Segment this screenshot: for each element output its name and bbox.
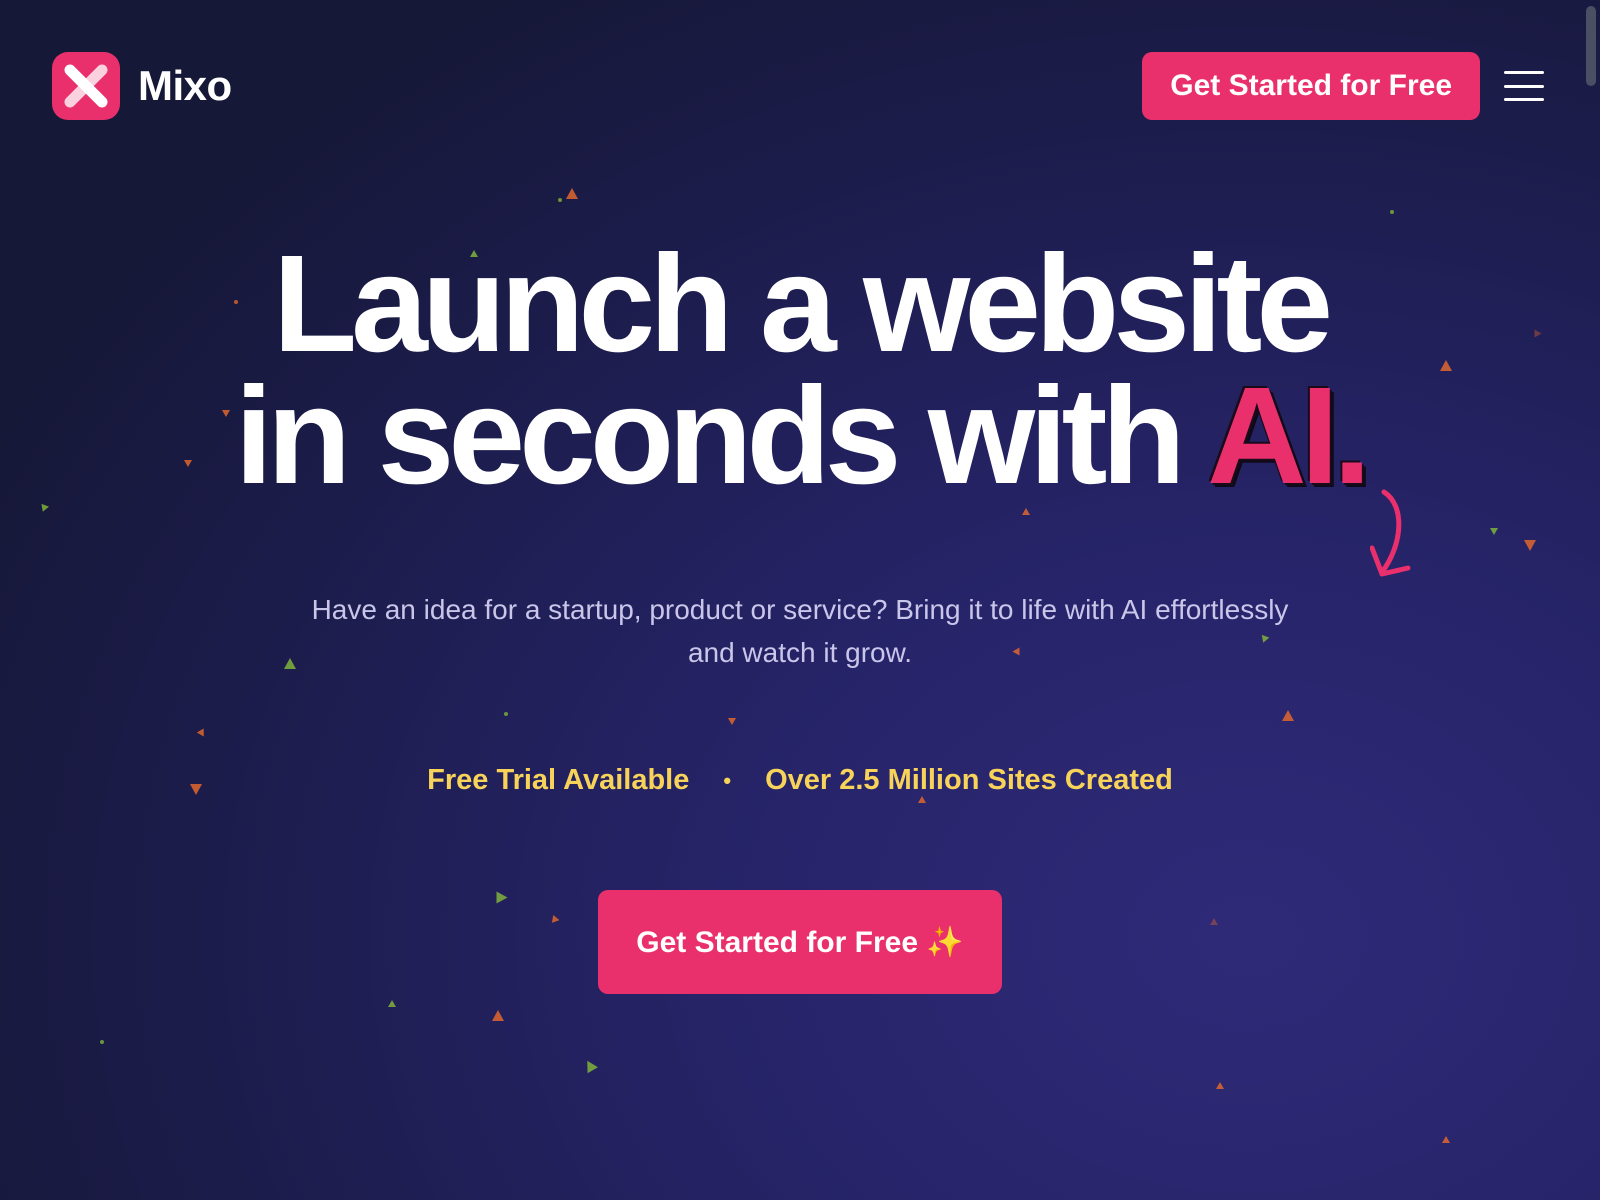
menu-line <box>1504 71 1544 74</box>
confetti-piece <box>492 1010 504 1021</box>
confetti-piece <box>1390 210 1394 214</box>
hero-title-line1: Launch a website <box>272 227 1333 381</box>
hero-get-started-button[interactable]: Get Started for Free ✨ <box>598 890 1002 994</box>
feature-highlights: Free Trial Available • Over 2.5 Million … <box>0 764 1600 797</box>
brand-name: Mixo <box>138 62 232 109</box>
confetti-piece <box>1490 528 1498 535</box>
confetti-piece <box>196 728 208 739</box>
confetti-piece <box>1442 1136 1450 1143</box>
confetti-piece <box>1524 540 1536 551</box>
hero-title-line2: in seconds with <box>234 359 1207 513</box>
confetti-piece <box>551 914 561 925</box>
curved-arrow-icon <box>1370 489 1411 577</box>
hero-title-accent: AI. <box>1207 359 1371 513</box>
menu-line <box>1504 98 1544 101</box>
feature-free-trial: Free Trial Available <box>427 764 690 796</box>
confetti-piece <box>566 188 578 199</box>
confetti-piece <box>504 712 508 716</box>
confetti-piece <box>558 198 562 202</box>
hamburger-menu-icon[interactable] <box>1504 71 1544 101</box>
header-actions: Get Started for Free <box>1142 52 1544 120</box>
hero-title: Launch a website in seconds with AI. <box>0 235 1600 505</box>
confetti-piece <box>1210 918 1218 925</box>
confetti-piece <box>582 1057 598 1074</box>
hero-subtitle: Have an idea for a startup, product or s… <box>311 594 1289 668</box>
confetti-piece <box>388 1000 396 1007</box>
confetti-piece <box>100 1040 104 1044</box>
feature-separator: • <box>723 767 732 793</box>
confetti-piece <box>39 503 49 514</box>
get-started-button[interactable]: Get Started for Free <box>1142 52 1480 120</box>
confetti-piece <box>1216 1082 1224 1089</box>
confetti-piece <box>496 891 508 904</box>
site-header: Mixo Get Started for Free <box>52 52 1544 120</box>
confetti-piece <box>918 796 926 803</box>
x-logo-icon <box>52 52 120 120</box>
brand[interactable]: Mixo <box>52 52 232 120</box>
confetti-piece <box>1282 710 1294 721</box>
scrollbar-thumb[interactable] <box>1586 6 1596 86</box>
feature-sites-created: Over 2.5 Million Sites Created <box>765 764 1173 796</box>
confetti-piece <box>728 718 736 725</box>
menu-line <box>1504 84 1544 88</box>
